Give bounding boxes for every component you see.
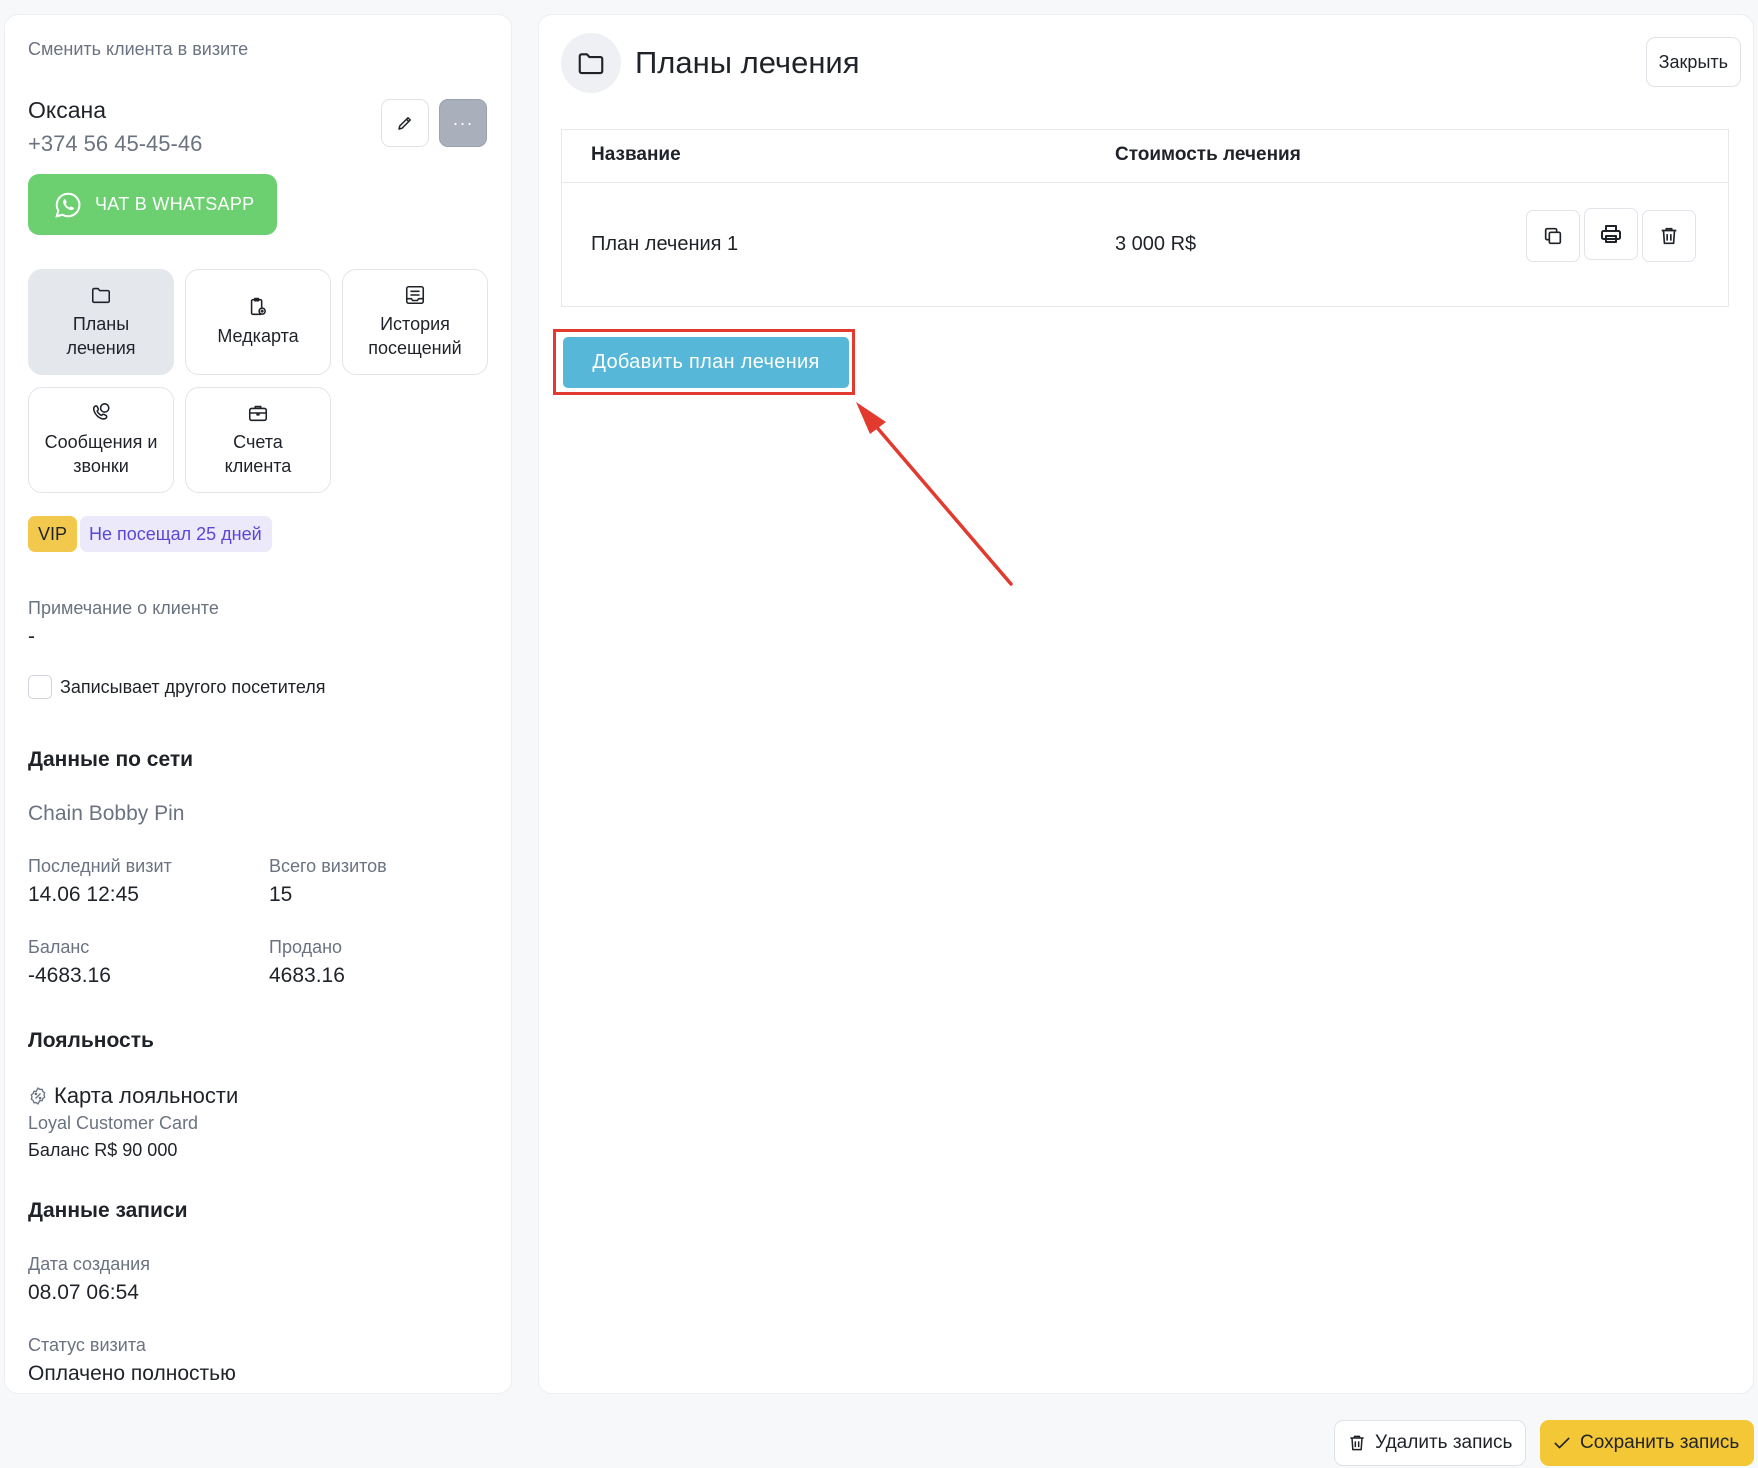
save-record-button[interactable]: Сохранить запись: [1540, 1420, 1754, 1466]
tile-visit-history[interactable]: История посещений: [342, 269, 488, 375]
last-visit-badge: Не посещал 25 дней: [80, 516, 272, 552]
trash-icon: [1347, 1433, 1367, 1453]
network-section-title: Данные по сети: [28, 748, 194, 771]
vip-badge: VIP: [28, 516, 78, 552]
phone-chat-icon: [90, 402, 112, 424]
loyalty-card-title-row: Карта лояльности: [28, 1083, 238, 1109]
client-note-label: Примечание о клиенте: [28, 598, 219, 618]
loyalty-card-balance: Баланс R$ 90 000: [28, 1140, 178, 1160]
edit-client-button[interactable]: [381, 99, 429, 147]
history-icon: [404, 284, 426, 306]
plan-name[interactable]: План лечения 1: [591, 233, 738, 256]
medcard-icon: [247, 296, 269, 318]
balance-value: -4683.16: [28, 964, 111, 987]
created-value: 08.07 06:54: [28, 1281, 139, 1304]
printer-icon: [1601, 225, 1621, 243]
pencil-icon: [398, 117, 411, 130]
check-icon: [1552, 1433, 1572, 1453]
tile-label: Медкарта: [217, 326, 299, 346]
last-visit-value: 14.06 12:45: [28, 883, 139, 906]
tile-medcard[interactable]: Медкарта: [185, 269, 331, 375]
change-client-link[interactable]: Сменить клиента в визите: [28, 39, 248, 60]
tile-label: Счета клиента: [224, 432, 292, 476]
whatsapp-icon: [53, 190, 83, 220]
whatsapp-chat-button[interactable]: ЧАТ В WHATSAPP: [28, 174, 277, 235]
copy-icon: [1544, 227, 1562, 245]
add-treatment-plan-button[interactable]: Добавить план лечения: [563, 337, 849, 388]
tile-label: Планы лечения: [66, 314, 136, 358]
delete-plan-button[interactable]: [1642, 210, 1696, 262]
page-title: Планы лечения: [635, 45, 860, 80]
sold-label: Продано: [269, 937, 343, 957]
visit-status-label: Статус визита: [28, 1335, 146, 1355]
record-section-title: Данные записи: [28, 1199, 188, 1222]
table-header-divider: [562, 182, 1728, 183]
loyalty-card-name: Loyal Customer Card: [28, 1113, 199, 1133]
print-plan-button[interactable]: [1584, 208, 1638, 260]
plan-cost: 3 000 R$: [1115, 233, 1197, 255]
whatsapp-label: ЧАТ В WHATSAPP: [95, 194, 255, 214]
tile-treatment-plans[interactable]: Планы лечения: [28, 269, 174, 375]
client-note-value: -: [28, 625, 35, 648]
total-visits-label: Всего визитов: [269, 856, 387, 876]
loyalty-card-title: Карта лояльности: [54, 1083, 239, 1108]
more-dots-icon: ···: [452, 112, 474, 133]
created-label: Дата создания: [28, 1254, 150, 1274]
other-visitor-label: Записывает другого посетителя: [60, 676, 326, 697]
treatment-plans-table: Название Стоимость лечения План лечения …: [561, 129, 1729, 307]
tile-client-invoices[interactable]: Счета клиента: [185, 387, 331, 493]
delete-record-label: Удалить запись: [1375, 1432, 1513, 1453]
last-visit-label: Последний визит: [28, 856, 172, 876]
balance-label: Баланс: [28, 937, 90, 957]
copy-plan-button[interactable]: [1526, 210, 1580, 262]
delete-record-button[interactable]: Удалить запись: [1334, 1420, 1526, 1466]
treatment-plans-panel: Планы лечения Закрыть Название Стоимость…: [538, 14, 1754, 1394]
folder-icon: [561, 33, 621, 93]
client-name: Оксана: [28, 97, 106, 123]
other-visitor-checkbox[interactable]: [28, 675, 52, 699]
visit-status-value: Оплачено полностью: [28, 1362, 236, 1385]
column-header-cost: Стоимость лечения: [1115, 144, 1301, 165]
sold-value: 4683.16: [269, 964, 345, 987]
save-record-label: Сохранить запись: [1580, 1432, 1740, 1453]
column-header-name: Название: [591, 144, 681, 165]
loyalty-section-title: Лояльность: [28, 1029, 154, 1052]
briefcase-icon: [247, 402, 269, 424]
trash-icon: [1661, 227, 1677, 245]
annotation-arrow: [856, 402, 1013, 586]
tile-label: Сообщения и звонки: [44, 432, 158, 476]
tile-label: История посещений: [368, 314, 462, 358]
total-visits-value: 15: [269, 883, 293, 906]
chain-name: Chain Bobby Pin: [28, 802, 185, 825]
more-options-button[interactable]: ···: [439, 99, 487, 147]
close-button[interactable]: Закрыть: [1645, 37, 1741, 87]
tile-messages-calls[interactable]: Сообщения и звонки: [28, 387, 174, 493]
client-phone: +374 56 45-45-46: [28, 131, 203, 156]
folder-icon: [90, 284, 112, 306]
other-visitor-checkbox-row[interactable]: Записывает другого посетителя: [28, 675, 326, 699]
client-sidebar: Сменить клиента в визите Оксана +374 56 …: [4, 14, 512, 1394]
discount-badge-icon: [28, 1086, 48, 1106]
